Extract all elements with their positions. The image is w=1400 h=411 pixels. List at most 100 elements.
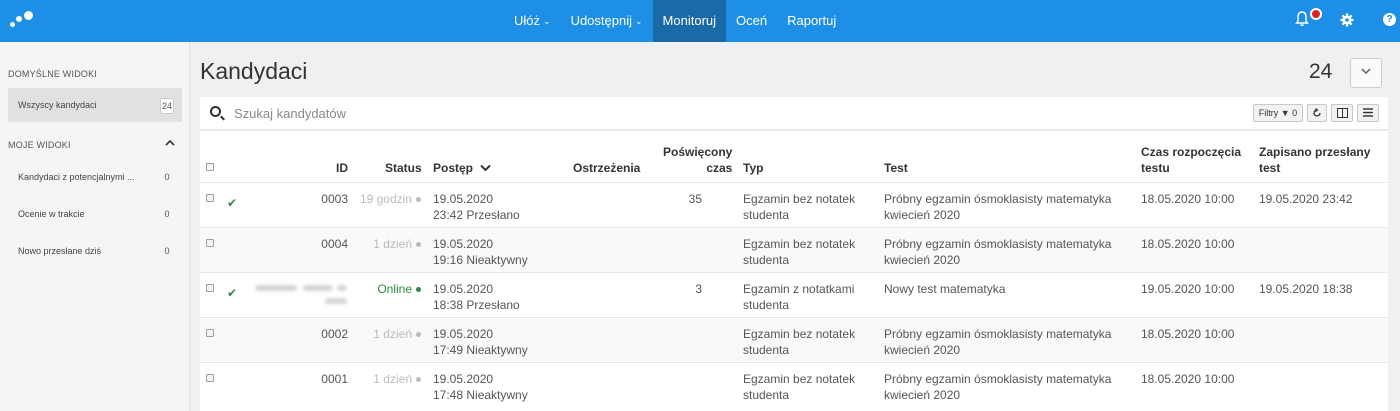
progress-status: 17:49 Nieaktywny xyxy=(433,343,528,357)
header-progress[interactable]: Postęp xyxy=(433,160,492,176)
sidebar-item-label: Kandydaci z potencjalnymi ... xyxy=(18,172,135,182)
sidebar-item-potential-issues[interactable]: Kandydaci z potencjalnymi ... 0 xyxy=(8,160,182,194)
cell-type: Egzamin bez notatek studenta xyxy=(743,191,855,223)
cell-time: 3 xyxy=(695,282,702,296)
status-text: 1 dzień xyxy=(373,327,412,341)
table-row[interactable]: ✔ Online 19.05.2020 18:38 Przesłano 3 Egz… xyxy=(200,272,1388,317)
sidebar: DOMYŚLNE WIDOKI Wszyscy kandydaci 24 MOJ… xyxy=(0,42,190,411)
row-checkbox[interactable] xyxy=(206,284,214,292)
cell-type: Egzamin z notatkami studenta xyxy=(743,281,854,313)
top-navbar: Ułóż ⌄ Udostępnij ⌄ Monitoruj Oceń Raportu… xyxy=(0,0,1400,42)
type-line1: Egzamin bez notatek xyxy=(743,237,856,251)
logo-dots-icon[interactable] xyxy=(10,10,40,32)
chevron-up-icon[interactable] xyxy=(165,138,175,149)
bell-icon[interactable] xyxy=(1295,11,1309,33)
search-input[interactable] xyxy=(234,103,834,123)
progress-date: 19.05.2020 xyxy=(433,237,494,251)
header-test[interactable]: Test xyxy=(884,160,908,176)
header-type[interactable]: Typ xyxy=(743,160,763,176)
header-start-time[interactable]: Czas rozpoczęcia testu xyxy=(1141,144,1241,176)
notification-badge xyxy=(1310,8,1322,20)
filters-button[interactable]: Filtry ▼ 0 xyxy=(1253,104,1303,122)
nav-label: Raportuj xyxy=(787,13,837,28)
cell-type: Egzamin bez notatek studenta xyxy=(743,236,855,268)
cell-status: 1 dzień xyxy=(373,326,421,342)
table-row[interactable]: ✔ 0003 19 godzin 19.05.2020 23:42 Przesła… xyxy=(200,182,1388,227)
nav-monitoruj[interactable]: Monitoruj xyxy=(652,0,727,42)
cell-id: 0003 xyxy=(321,192,348,206)
nav-udostepnij[interactable]: Udostępnij ⌄ xyxy=(561,0,653,42)
row-checkbox[interactable] xyxy=(206,239,214,247)
test-line1: Próbny egzamin ósmoklasisty matematyka xyxy=(884,192,1112,206)
select-all-checkbox[interactable] xyxy=(206,163,214,171)
sidebar-item-count: 0 xyxy=(164,172,170,182)
table-row[interactable]: 0002 1 dzień 19.05.2020 17:49 Nieaktywny … xyxy=(200,317,1388,362)
sidebar-item-grading[interactable]: Ocenie w trakcie 0 xyxy=(8,197,182,231)
nav-uloz[interactable]: Ułóż ⌄ xyxy=(504,0,561,42)
count-dropdown-button[interactable] xyxy=(1350,58,1382,88)
test-line1: Próbny egzamin ósmoklasisty matematyka xyxy=(884,237,1112,251)
cell-status: Online xyxy=(377,281,421,297)
header-start-line2: testu xyxy=(1141,161,1170,175)
row-checkbox[interactable] xyxy=(206,329,214,337)
type-line1: Egzamin bez notatek xyxy=(743,192,856,206)
table-row[interactable]: 0001 1 dzień 19.05.2020 17:48 Nieaktywny … xyxy=(200,362,1388,407)
cell-progress: 19.05.2020 18:38 Przesłano xyxy=(433,281,520,313)
table-row[interactable]: 0004 1 dzień 19.05.2020 19:16 Nieaktywny … xyxy=(200,227,1388,272)
nav-label: Monitoruj xyxy=(662,13,717,28)
gear-icon[interactable] xyxy=(1340,13,1354,33)
help-icon[interactable]: ? xyxy=(1383,13,1396,26)
row-checkbox[interactable] xyxy=(206,374,214,382)
header-saved-line2: test xyxy=(1259,161,1281,175)
progress-date: 19.05.2020 xyxy=(433,372,494,386)
header-id[interactable]: ID xyxy=(336,160,348,176)
cell-progress: 19.05.2020 17:49 Nieaktywny xyxy=(433,326,528,358)
sidebar-heading-my-views: MOJE WIDOKI xyxy=(8,140,71,150)
nav-ocen[interactable]: Oceń xyxy=(726,0,777,42)
cell-id: 0001 xyxy=(321,372,348,386)
status-dot-icon xyxy=(416,197,421,202)
cell-id: 0004 xyxy=(321,237,348,251)
checkmark-icon: ✔ xyxy=(227,286,238,300)
candidates-table: ID Status Postęp Ostrzeżenia Poświęcony … xyxy=(200,131,1388,411)
test-line2: kwiecień 2020 xyxy=(884,253,961,267)
header-saved[interactable]: Zapisano przesłany test xyxy=(1259,144,1370,176)
sidebar-item-count: 0 xyxy=(164,209,170,219)
progress-status: 18:38 Przesłano xyxy=(433,298,520,312)
header-warnings[interactable]: Ostrzeżenia xyxy=(573,160,640,176)
chevron-down-icon: ⌄ xyxy=(543,16,551,26)
cell-start: 18.05.2020 10:00 xyxy=(1141,327,1235,341)
nav-raportuj[interactable]: Raportuj xyxy=(777,0,846,42)
reset-icon[interactable] xyxy=(1307,104,1327,122)
cell-saved: 19.05.2020 18:38 xyxy=(1259,282,1353,296)
cell-start: 18.05.2020 10:00 xyxy=(1141,372,1235,386)
search-bar: Filtry ▼ 0 xyxy=(200,97,1388,130)
blurred-candidate-name xyxy=(255,283,350,309)
sidebar-item-label: Ocenie w trakcie xyxy=(18,209,85,219)
header-status[interactable]: Status xyxy=(385,160,422,176)
progress-status: 23:42 Przesłano xyxy=(433,208,520,222)
status-dot-icon xyxy=(416,377,421,382)
status-dot-icon xyxy=(416,332,421,337)
list-view-icon[interactable] xyxy=(1357,104,1379,122)
sidebar-item-all-candidates[interactable]: Wszyscy kandydaci 24 xyxy=(8,88,182,122)
cell-progress: 19.05.2020 23:42 Przesłano xyxy=(433,191,520,223)
page-title: Kandydaci xyxy=(200,58,308,84)
row-checkbox[interactable] xyxy=(206,194,214,202)
header-time-spent[interactable]: Poświęcony czas xyxy=(663,144,732,176)
cell-type: Egzamin bez notatek studenta xyxy=(743,371,855,403)
type-line2: studenta xyxy=(743,298,790,312)
sidebar-item-submitted-today[interactable]: Nowo przesłane dziś 0 xyxy=(8,234,182,268)
columns-icon[interactable] xyxy=(1331,104,1353,122)
sidebar-item-label: Nowo przesłane dziś xyxy=(18,246,102,256)
test-line1: Nowy test matematyka xyxy=(884,282,1006,296)
total-count: 24 xyxy=(1309,60,1333,83)
cell-time: 35 xyxy=(688,192,702,206)
cell-test: Próbny egzamin ósmoklasisty matematyka kw… xyxy=(884,191,1111,223)
type-line1: Egzamin bez notatek xyxy=(743,372,856,386)
test-line1: Próbny egzamin ósmoklasisty matematyka xyxy=(884,372,1112,386)
status-text: Online xyxy=(377,282,412,296)
cell-start: 19.05.2020 10:00 xyxy=(1141,282,1235,296)
sidebar-item-count: 0 xyxy=(164,246,170,256)
cell-test: Próbny egzamin ósmoklasisty matematyka kw… xyxy=(884,371,1111,403)
